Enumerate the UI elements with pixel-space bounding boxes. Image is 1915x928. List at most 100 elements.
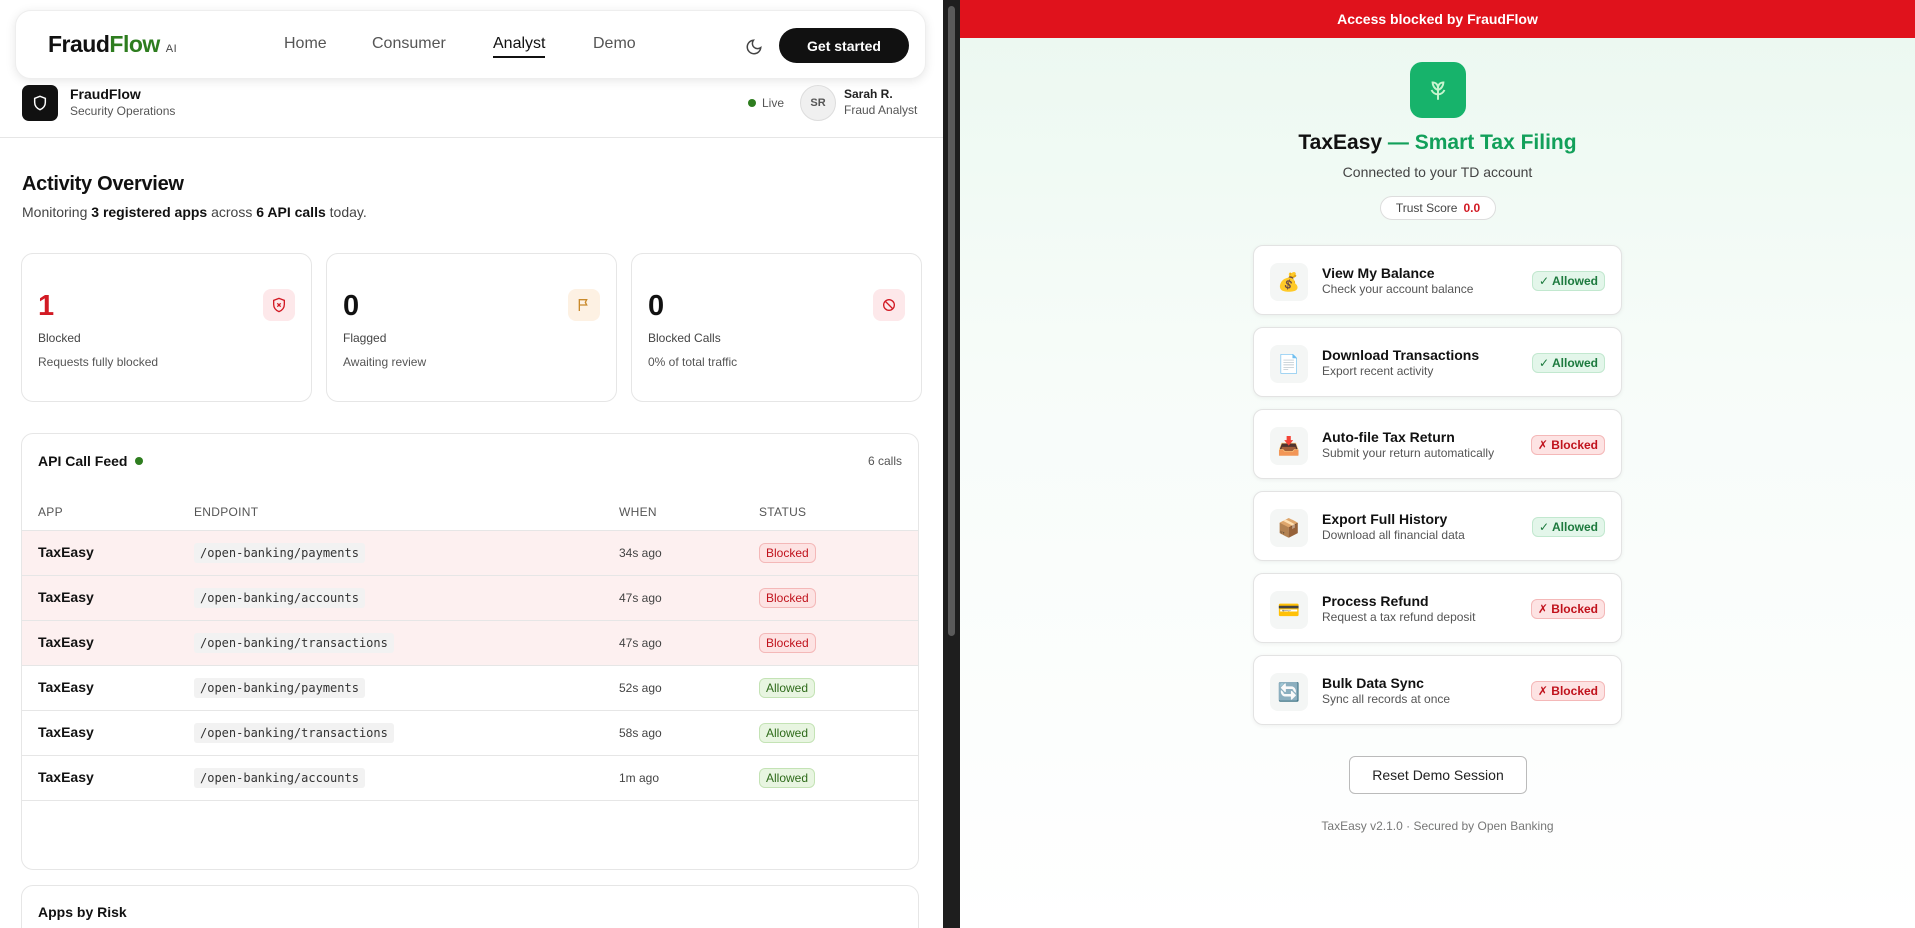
permission-auto-file-tax[interactable]: 📥 Auto-file Tax Return Submit your retur…: [1253, 409, 1622, 479]
user-role: Fraud Analyst: [844, 103, 918, 117]
org-subtitle: Security Operations: [70, 104, 176, 118]
status-badge: Blocked: [759, 633, 816, 653]
status-badge: ✗ Blocked: [1530, 681, 1605, 701]
shield-x-icon: [263, 289, 295, 321]
shield-icon: [22, 85, 58, 121]
status-badge: ✗ Blocked: [1530, 435, 1605, 455]
org-header: FraudFlow Security Operations Live SR Sa…: [0, 78, 943, 138]
access-blocked-banner: Access blocked by FraudFlow: [960, 0, 1915, 38]
stat-value: 0: [343, 290, 360, 322]
table-row[interactable]: TaxEasy /open-banking/accounts 47s ago B…: [22, 576, 918, 621]
stat-card-blocked-calls: 0 Blocked Calls 0% of total traffic: [631, 253, 922, 402]
table-row[interactable]: TaxEasy /open-banking/payments 52s ago A…: [22, 666, 918, 711]
moon-icon[interactable]: [745, 38, 763, 56]
stat-value: 0: [648, 290, 665, 322]
app-title-main: TaxEasy: [1298, 131, 1383, 154]
nav-home[interactable]: Home: [284, 35, 327, 53]
permission-title: Process Refund: [1322, 593, 1429, 609]
scrollbar-thumb[interactable]: [948, 6, 955, 636]
brand-logo[interactable]: FraudFlow AI: [48, 31, 177, 58]
status-badge: ✗ Blocked: [1530, 599, 1605, 619]
permission-process-refund[interactable]: 💳 Process Refund Request a tax refund de…: [1253, 573, 1622, 643]
table-row[interactable]: TaxEasy /open-banking/payments 34s ago B…: [22, 531, 918, 576]
live-indicator: Live: [748, 96, 784, 110]
stat-desc: Requests fully blocked: [38, 355, 159, 369]
row-app: TaxEasy: [38, 769, 94, 785]
package-icon: 📦: [1270, 509, 1308, 547]
permission-bulk-data-sync[interactable]: 🔄 Bulk Data Sync Sync all records at onc…: [1253, 655, 1622, 725]
reset-demo-button[interactable]: Reset Demo Session: [1349, 756, 1527, 794]
stat-label: Blocked: [38, 331, 81, 345]
status-badge: ✓ Allowed: [1532, 271, 1605, 291]
permission-download-transactions[interactable]: 📄 Download Transactions Export recent ac…: [1253, 327, 1622, 397]
stat-card-blocked: 1 Blocked Requests fully blocked: [21, 253, 312, 402]
page-subtitle: Monitoring 3 registered apps across 6 AP…: [22, 204, 367, 220]
sync-icon: 🔄: [1270, 673, 1308, 711]
permission-title: View My Balance: [1322, 265, 1435, 281]
permission-desc: Request a tax refund deposit: [1322, 610, 1476, 624]
app-subtitle: Connected to your TD account: [1342, 164, 1533, 180]
api-call-feed: API Call Feed 6 calls APP ENDPOINT WHEN …: [21, 433, 919, 870]
row-app: TaxEasy: [38, 679, 94, 695]
live-dot-icon: [748, 99, 756, 107]
nav-demo[interactable]: Demo: [593, 35, 636, 53]
feed-count: 6 calls: [867, 454, 902, 468]
app-title-accent: — Smart Tax Filing: [1387, 131, 1577, 154]
status-badge: ✓ Allowed: [1532, 353, 1605, 373]
brand-suffix: AI: [165, 43, 178, 55]
ban-icon: [873, 289, 905, 321]
brand-name: Fraud: [48, 31, 110, 57]
row-app: TaxEasy: [38, 634, 94, 650]
row-app: TaxEasy: [38, 544, 94, 560]
table-row[interactable]: TaxEasy /open-banking/transactions 58s a…: [22, 711, 918, 756]
status-badge: Blocked: [759, 543, 816, 563]
stat-label: Flagged: [343, 331, 387, 345]
table-row[interactable]: TaxEasy /open-banking/accounts 1m ago Al…: [22, 756, 918, 801]
status-badge: Allowed: [759, 723, 816, 743]
column-header-endpoint: ENDPOINT: [194, 505, 259, 519]
row-endpoint: /open-banking/payments: [194, 678, 365, 698]
table-row[interactable]: TaxEasy /open-banking/transactions 47s a…: [22, 621, 918, 666]
money-bag-icon: 💰: [1270, 263, 1308, 301]
live-dot-icon: [135, 457, 144, 465]
trust-label: Trust Score: [1395, 201, 1458, 215]
brand-accent: Flow: [109, 31, 160, 57]
user-name: Sarah R.: [844, 87, 893, 101]
trust-score-pill: Trust Score 0.0: [1380, 196, 1496, 220]
row-when: 52s ago: [619, 681, 662, 695]
feed-title-text: API Call Feed: [38, 453, 128, 469]
status-badge: Blocked: [759, 588, 816, 608]
row-endpoint: /open-banking/payments: [194, 543, 365, 563]
permission-desc: Export recent activity: [1322, 364, 1434, 378]
column-header-when: WHEN: [619, 505, 657, 519]
stat-desc: 0% of total traffic: [648, 355, 738, 369]
fraudflow-app: FraudFlow AI Home Consumer Analyst Demo G…: [0, 0, 943, 928]
row-when: 47s ago: [619, 636, 662, 650]
left-scrollbar[interactable]: [943, 0, 960, 928]
app-footer: TaxEasy v2.1.0 · Secured by Open Banking: [1321, 819, 1554, 833]
avatar[interactable]: SR: [800, 85, 836, 121]
stat-value: 1: [38, 290, 55, 322]
row-when: 1m ago: [619, 771, 660, 785]
row-endpoint: /open-banking/accounts: [194, 768, 365, 788]
permission-title: Auto-file Tax Return: [1322, 429, 1455, 445]
permission-title: Export Full History: [1322, 511, 1448, 527]
live-label: Live: [762, 96, 785, 110]
row-app: TaxEasy: [38, 724, 94, 740]
nav-consumer[interactable]: Consumer: [372, 35, 446, 53]
subtitle-suffix: today.: [329, 204, 367, 220]
row-endpoint: /open-banking/transactions: [194, 633, 394, 653]
subtitle-apps: 3 registered apps: [91, 204, 208, 220]
permission-export-full-history[interactable]: 📦 Export Full History Download all finan…: [1253, 491, 1622, 561]
get-started-button[interactable]: Get started: [779, 28, 909, 63]
stat-card-flagged: 0 Flagged Awaiting review: [326, 253, 617, 402]
status-badge: Allowed: [759, 678, 816, 698]
apps-by-risk-card: Apps by Risk: [21, 885, 919, 928]
permission-view-balance[interactable]: 💰 View My Balance Check your account bal…: [1253, 245, 1622, 315]
taxeasy-app: Access blocked by FraudFlow TaxEasy — Sm…: [960, 0, 1915, 928]
org-name: FraudFlow: [70, 86, 141, 102]
subtitle-calls: 6 API calls: [256, 204, 326, 220]
row-when: 47s ago: [619, 591, 662, 605]
row-endpoint: /open-banking/transactions: [194, 723, 394, 743]
nav-analyst[interactable]: Analyst: [493, 35, 546, 58]
